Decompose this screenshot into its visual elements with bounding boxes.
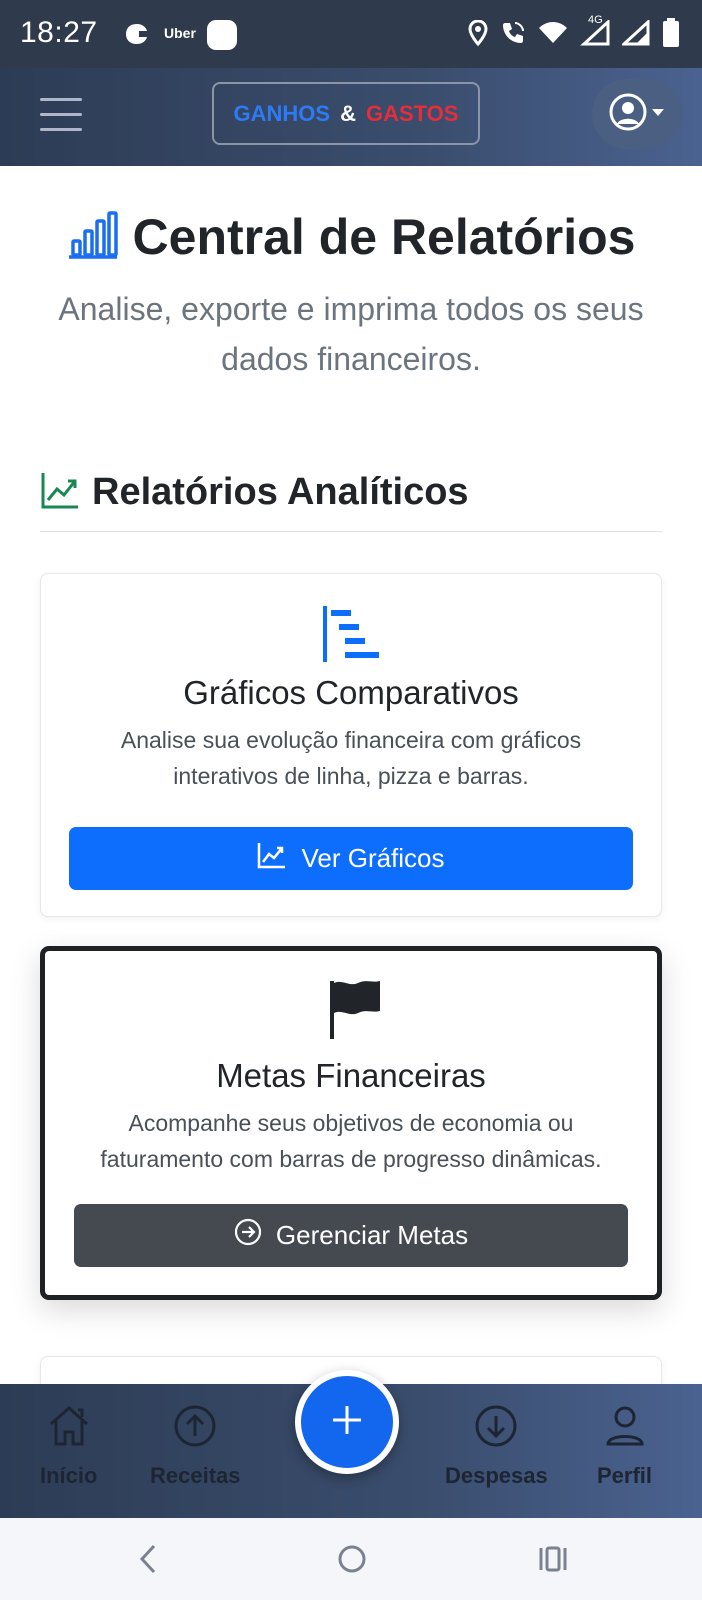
signal-icon [620, 18, 650, 51]
system-nav-bar [0, 1518, 702, 1600]
brand-ganhos: GANHOS [233, 100, 331, 126]
caret-down-icon [651, 105, 665, 123]
brand-gastos: GASTOS [365, 100, 459, 126]
nav-item-inicio[interactable]: Início [40, 1404, 97, 1489]
section-divider [40, 531, 662, 532]
chart-line-icon [257, 841, 287, 876]
home-icon[interactable] [336, 1542, 368, 1581]
location-icon [468, 19, 488, 51]
status-bar: 18:27 Uber 4G [0, 0, 702, 68]
menu-line [40, 128, 82, 131]
brand-logo[interactable]: GANHOS & GASTOS [212, 82, 480, 145]
card-metas-financeiras: Metas Financeiras Acompanhe seus objetiv… [40, 946, 662, 1300]
arrow-right-circle-icon [234, 1218, 262, 1253]
back-icon[interactable] [136, 1542, 160, 1581]
button-label: Gerenciar Metas [275, 1220, 469, 1250]
card-graficos-comparativos: Gráficos Comparativos Analise sua evoluç… [40, 573, 662, 917]
app-square-icon [207, 20, 237, 50]
flag-icon [328, 979, 382, 1046]
user-circle-icon [609, 93, 647, 136]
status-time: 18:27 [20, 16, 98, 49]
ver-graficos-button[interactable]: Ver Gráficos [69, 827, 633, 890]
page-title-row: Central de Relatórios [0, 208, 702, 266]
wifi-icon [538, 21, 568, 50]
user-menu-button[interactable] [592, 79, 682, 149]
card-text: Acompanhe seus objetivos de economia ou … [100, 1110, 602, 1172]
arrow-up-circle-icon [173, 1404, 217, 1453]
page-title: Central de Relatórios [132, 209, 636, 265]
nav-label: Receitas [150, 1463, 241, 1488]
plus-icon [330, 1403, 364, 1442]
bar-steps-icon [321, 604, 383, 669]
arrow-down-circle-icon [474, 1404, 518, 1453]
brand-ampersand: & [340, 100, 356, 126]
recent-apps-icon[interactable] [538, 1542, 568, 1581]
house-icon [47, 1404, 91, 1453]
nav-label: Início [40, 1463, 98, 1488]
wifi-call-icon [500, 20, 526, 51]
nav-label: Perfil [597, 1463, 653, 1488]
person-icon [605, 1404, 645, 1453]
signal-4g-icon: 4G [580, 14, 610, 51]
nav-item-perfil[interactable]: Perfil [597, 1404, 652, 1489]
app-header: GANHOS & GASTOS [0, 68, 702, 166]
section-title: Relatórios Analíticos [92, 471, 469, 513]
bar-chart-icon [67, 210, 119, 264]
app-notification-icon [125, 23, 149, 50]
menu-button[interactable] [40, 98, 82, 132]
status-uber-label: Uber [164, 25, 196, 41]
nav-label: Despesas [445, 1463, 548, 1488]
card-text: Analise sua evolução financeira com gráf… [120, 727, 582, 789]
nav-item-despesas[interactable]: Despesas [445, 1404, 548, 1489]
add-transaction-button[interactable] [295, 1370, 399, 1474]
gerenciar-metas-button[interactable]: Gerenciar Metas [74, 1204, 628, 1267]
menu-line [40, 98, 82, 101]
line-chart-icon [40, 470, 80, 515]
menu-line [40, 113, 82, 116]
nav-item-receitas[interactable]: Receitas [150, 1404, 241, 1489]
button-label: Ver Gráficos [301, 843, 445, 873]
network-type-label: 4G [588, 14, 603, 26]
section-header: Relatórios Analíticos [40, 470, 469, 515]
battery-icon [662, 18, 680, 53]
page-subtitle: Analise, exporte e imprima todos os seus… [58, 291, 644, 377]
card-title: Gráficos Comparativos [183, 674, 519, 711]
card-title: Metas Financeiras [216, 1057, 486, 1094]
